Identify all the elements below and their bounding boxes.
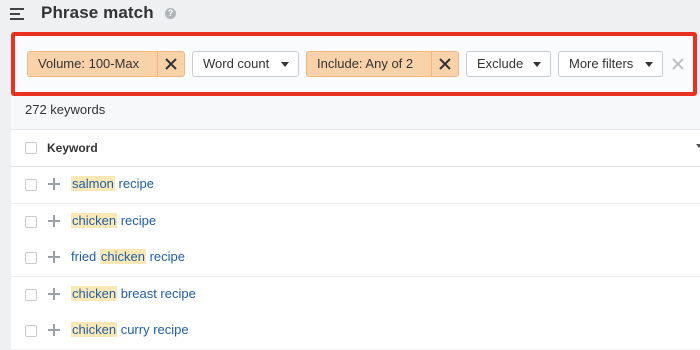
remove-volume-filter-button[interactable] — [157, 52, 184, 76]
sort-icon[interactable] — [696, 144, 700, 148]
keyword-highlight: chicken — [71, 322, 118, 337]
table-row: chicken recipe — [11, 203, 700, 241]
keyword-highlight: chicken — [99, 249, 146, 264]
table-row: salmon recipe — [11, 167, 700, 204]
menu-icon[interactable] — [10, 8, 24, 20]
include-filter-label: Include: Any of 2 — [317, 56, 414, 71]
word-count-dropdown[interactable]: Word count — [192, 51, 299, 77]
table-header: Keyword — [11, 130, 700, 167]
keyword-highlight: chicken — [71, 285, 118, 301]
row-checkbox[interactable] — [25, 179, 37, 191]
keyword-text: fried — [71, 249, 100, 264]
filter-bar: Volume: 100-Max Word count Include: Any … — [11, 32, 697, 96]
chevron-down-icon — [533, 62, 541, 67]
page-title: Phrase match — [41, 3, 154, 22]
help-icon[interactable]: ? — [165, 8, 176, 19]
keyword-highlight: salmon — [71, 176, 115, 191]
row-checkbox[interactable] — [25, 325, 37, 337]
row-checkbox[interactable] — [25, 215, 37, 228]
add-to-list-icon[interactable] — [48, 251, 60, 263]
keyword-text: recipe — [145, 249, 186, 264]
top-bar: Phrase match ? — [0, 0, 700, 28]
keyword-link[interactable]: chicken curry recipe — [71, 322, 189, 337]
add-to-list-icon[interactable] — [48, 214, 60, 227]
row-checkbox[interactable] — [25, 252, 37, 264]
keyword-count: 272 keywords — [25, 102, 106, 117]
volume-filter-label: Volume: 100-Max — [38, 56, 140, 71]
keyword-text: breast recipe — [117, 285, 196, 301]
table-row: chicken curry recipe — [11, 313, 700, 350]
keyword-text: recipe — [117, 212, 157, 228]
exclude-label: Exclude — [477, 56, 524, 71]
table-row: chicken breast recipe — [11, 276, 700, 314]
results-table: 272 keywords Keyword salmon recipe chicke… — [11, 96, 700, 350]
add-to-list-icon[interactable] — [48, 287, 60, 300]
include-filter-chip[interactable]: Include: Any of 2 — [306, 51, 459, 77]
exclude-dropdown[interactable]: Exclude — [466, 51, 551, 77]
row-checkbox[interactable] — [25, 288, 37, 301]
add-to-list-icon[interactable] — [48, 178, 60, 190]
more-filters-dropdown[interactable]: More filters — [558, 51, 663, 77]
close-icon — [439, 58, 451, 70]
keyword-link[interactable]: chicken breast recipe — [71, 285, 196, 301]
more-filters-label: More filters — [569, 56, 634, 71]
keyword-highlight: chicken — [71, 212, 118, 228]
keyword-text: curry recipe — [117, 322, 189, 337]
keyword-text: recipe — [114, 176, 154, 191]
keyword-link[interactable]: salmon recipe — [71, 176, 154, 191]
keyword-column-header[interactable]: Keyword — [47, 141, 98, 155]
add-to-list-icon[interactable] — [48, 324, 60, 336]
results-summary: 272 keywords — [11, 96, 700, 130]
keyword-link[interactable]: chicken recipe — [71, 212, 157, 228]
chevron-down-icon — [281, 62, 289, 67]
clear-filters-icon[interactable] — [672, 58, 684, 70]
chevron-down-icon — [645, 62, 653, 67]
table-row: fried chicken recipe — [11, 240, 700, 277]
word-count-label: Word count — [203, 56, 270, 71]
volume-filter-chip[interactable]: Volume: 100-Max — [27, 51, 185, 77]
close-icon — [165, 58, 177, 70]
remove-include-filter-button[interactable] — [431, 52, 458, 76]
select-all-checkbox[interactable] — [25, 142, 37, 154]
keyword-link[interactable]: fried chicken recipe — [71, 249, 185, 264]
